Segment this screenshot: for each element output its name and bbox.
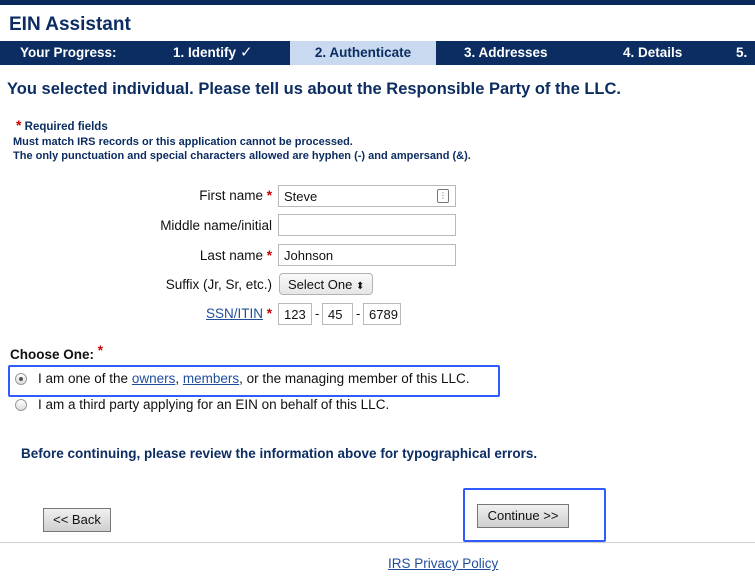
footer-divider: [0, 542, 755, 543]
suffix-select[interactable]: Select One ⬍: [279, 273, 374, 295]
top-border: [0, 0, 755, 5]
app-title: EIN Assistant: [9, 14, 131, 35]
choose-one-label: Choose One: *: [10, 343, 103, 362]
required-legend: * Required fields: [16, 117, 108, 133]
progress-step-label: 1. Identify: [173, 45, 237, 60]
progress-label: Your Progress:: [20, 45, 117, 60]
ssn-itin-link[interactable]: SSN/ITIN: [206, 306, 263, 321]
select-arrows-icon: ⬍: [355, 281, 365, 292]
option1-comma: ,: [175, 371, 183, 386]
ssn-part1-field[interactable]: 123: [278, 303, 312, 325]
ssn-required-star: *: [266, 306, 272, 321]
option-owner-member-label: I am one of the owners, members, or the …: [38, 371, 470, 386]
ssn-part2-field[interactable]: 45: [322, 303, 353, 325]
required-fields-label: Required fields: [24, 121, 108, 133]
ssn-separator: -: [356, 306, 361, 321]
irs-match-note: Must match IRS records or this applicati…: [13, 136, 353, 148]
radio-owner-member[interactable]: [15, 373, 27, 385]
suffix-selected-value: Select One: [288, 277, 353, 292]
ssn-part3-field[interactable]: 6789: [363, 303, 401, 325]
back-button[interactable]: << Back: [43, 508, 111, 532]
middle-name-field[interactable]: [278, 214, 456, 236]
first-name-required-star: *: [266, 188, 272, 203]
last-name-label-text: Last name: [199, 248, 263, 263]
members-link[interactable]: members: [183, 371, 239, 386]
first-name-value: Steve: [284, 189, 318, 204]
suffix-label: Suffix (Jr, Sr, etc.): [165, 277, 272, 292]
first-name-label: First name *: [199, 188, 272, 203]
ssn-label: SSN/ITIN *: [206, 306, 272, 321]
choose-one-text: Choose One:: [10, 347, 95, 362]
option1-prefix: I am one of the: [38, 371, 132, 386]
required-star-icon: *: [16, 117, 22, 133]
review-notice: Before continuing, please review the inf…: [21, 446, 538, 461]
irs-privacy-policy-link[interactable]: IRS Privacy Policy: [388, 556, 498, 571]
first-name-field[interactable]: Steve ⋮: [278, 185, 456, 207]
check-icon: ✓: [240, 44, 253, 61]
last-name-field[interactable]: Johnson: [278, 244, 456, 266]
first-name-label-text: First name: [199, 188, 263, 203]
progress-step-details: 4. Details: [623, 45, 683, 60]
progress-bar: Your Progress: 1. Identify ✓ 2. Authentic…: [0, 41, 755, 65]
progress-step-authenticate: 2. Authenticate: [290, 41, 436, 65]
radio-third-party[interactable]: [15, 399, 27, 411]
last-name-required-star: *: [266, 248, 272, 263]
ssn-separator: -: [315, 306, 320, 321]
keychain-icon[interactable]: ⋮: [437, 189, 449, 203]
choose-required-star: *: [97, 343, 104, 358]
progress-step-5: 5.: [736, 45, 748, 60]
option1-suffix: , or the managing member of this LLC.: [239, 371, 470, 386]
middle-name-label: Middle name/initial: [160, 218, 272, 233]
punctuation-note: The only punctuation and special charact…: [13, 150, 471, 162]
owners-link[interactable]: owners: [132, 371, 176, 386]
page-heading: You selected individual. Please tell us …: [7, 80, 621, 98]
continue-button[interactable]: Continue >>: [477, 504, 569, 528]
option-third-party-label: I am a third party applying for an EIN o…: [38, 397, 390, 412]
last-name-label: Last name *: [200, 248, 272, 263]
progress-step-addresses: 3. Addresses: [464, 45, 548, 60]
progress-step-identify: 1. Identify ✓: [173, 41, 253, 65]
